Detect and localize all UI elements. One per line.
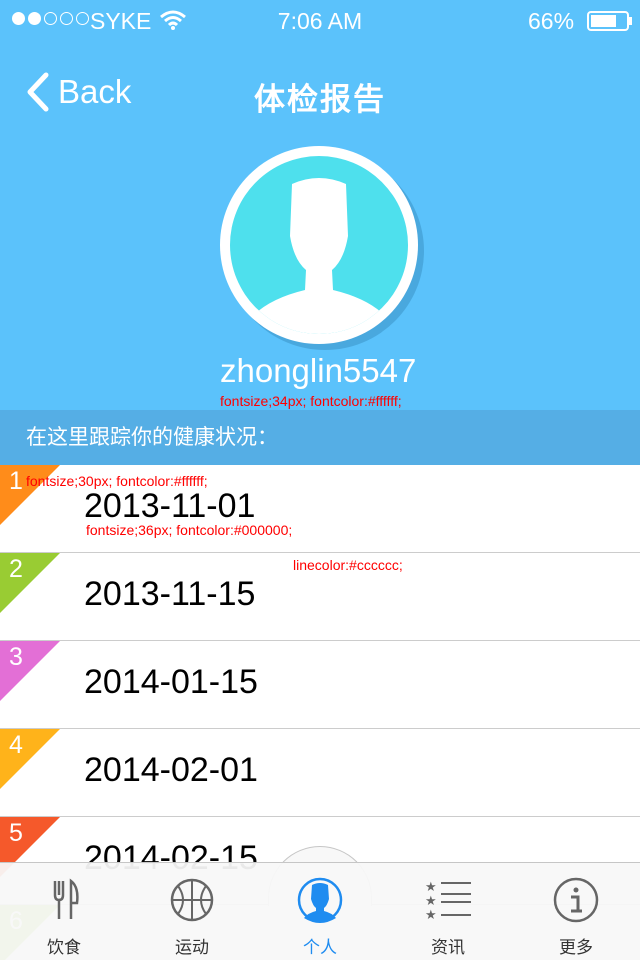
record-row[interactable]: 3 2014-01-15 [0,641,640,729]
info-icon [553,877,599,923]
record-row[interactable]: 1 2013-11-01 fontsize;30px; fontcolor:#fff… [0,465,640,553]
person-icon [297,877,343,923]
record-index: 1 [9,467,23,495]
user-silhouette-icon [246,178,392,334]
record-date: 2013-11-15 [84,575,256,613]
battery-icon [587,11,632,31]
spec-annotation: linecolor:#cccccc; [293,557,403,573]
page-title: 体检报告 [254,82,386,117]
svg-text:★: ★ [425,893,437,908]
record-row[interactable]: 4 2014-02-01 [0,729,640,817]
tab-bar: 饮食 运动 个人 ★ ★ ★ 资讯 更多 [0,862,640,960]
tab-basketball[interactable]: 运动 [128,863,256,960]
tab-news-list[interactable]: ★ ★ ★ 资讯 [384,863,512,960]
record-index: 4 [9,731,23,759]
record-index: 2 [9,555,23,583]
status-bar: SYKE 7:06 AM 66% [0,0,640,40]
health-tracking-banner: 在这里跟踪你的健康状况： [0,410,640,465]
spec-annotation: fontsize;36px; fontcolor:#000000; [86,522,293,538]
spec-annotation: fontsize;30px; fontcolor:#ffffff; [26,473,208,489]
tab-label: 饮食 [47,938,81,957]
news-list-icon: ★★★ [425,879,471,922]
username: zhonglin5547 [220,352,417,389]
basketball-icon [170,878,214,922]
record-row[interactable]: 2 2013-11-15 linecolor:#cccccc; [0,553,640,641]
fork-knife-icon [53,878,79,919]
tab-label: 个人 [303,938,337,957]
record-date: 2014-02-01 [84,751,258,789]
avatar[interactable] [220,146,418,344]
tab-label: 资讯 [431,938,465,957]
tab-person[interactable]: 个人 [256,863,384,960]
record-index: 3 [9,643,23,671]
tab-label: 更多 [559,938,593,957]
record-index: 5 [9,819,23,847]
tab-label: 运动 [175,938,209,957]
record-date: 2014-01-15 [84,663,258,701]
profile-header: SYKE 7:06 AM 66% Back 体检报告 zhonglin5547 … [0,0,640,465]
tab-fork-knife[interactable]: 饮食 [0,863,128,960]
svg-text:★: ★ [425,879,437,894]
svg-text:★: ★ [425,907,437,922]
record-date: 2013-11-01 [84,487,256,525]
spec-annotation: fontsize;34px; fontcolor:#ffffff; [220,393,402,409]
battery-percentage: 66% [528,8,575,34]
tab-info[interactable]: 更多 [512,863,640,960]
